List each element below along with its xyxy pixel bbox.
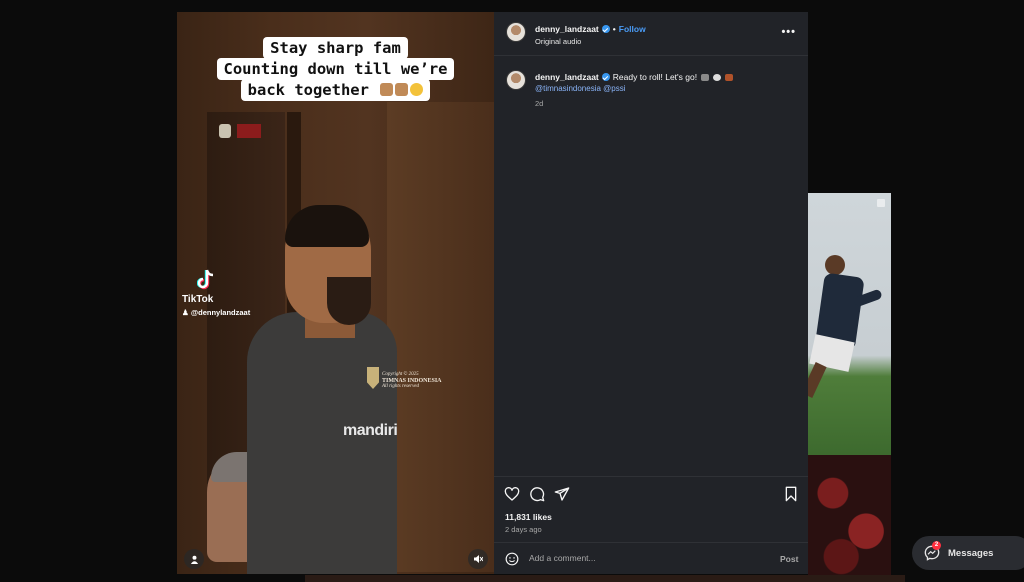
background-feed-strip: [305, 575, 905, 582]
header-divider: [494, 55, 808, 56]
background-feed-photo-2[interactable]: [808, 455, 891, 582]
messages-button[interactable]: 2 Messages: [912, 536, 1024, 570]
wink-emoji-icon: [410, 83, 424, 96]
photo-figure: [825, 255, 845, 275]
soccer-ball-icon: [713, 73, 722, 81]
caption-mentions[interactable]: @timnasindonesia @pssi: [535, 84, 626, 93]
copyright-watermark: Copyright © 2025 TIMNAS INDONESIA All ri…: [382, 372, 442, 389]
comment-icon[interactable]: [529, 486, 545, 502]
author-username[interactable]: denny_landzaat: [535, 24, 599, 34]
post-comment-button[interactable]: Post: [780, 554, 798, 564]
person-shirt: [247, 312, 397, 574]
author-avatar[interactable]: [506, 22, 526, 42]
tiktok-brand: TikTok: [182, 294, 214, 305]
messages-badge: 2: [932, 541, 941, 550]
bookmark-icon[interactable]: [783, 486, 799, 502]
emoji-icon: [725, 73, 734, 81]
heart-icon[interactable]: [504, 486, 520, 502]
multi-post-icon: [877, 199, 885, 207]
caption-line-3: back together: [240, 79, 431, 101]
emoji-icon[interactable]: [505, 552, 519, 566]
messages-label: Messages: [948, 547, 994, 559]
messenger-icon: 2: [924, 541, 941, 561]
more-options-icon[interactable]: •••: [781, 26, 796, 38]
tiktok-icon: [197, 269, 214, 290]
verified-icon: [601, 25, 610, 33]
federation-logo: [219, 124, 231, 138]
muscle-emoji-icon: [380, 83, 394, 96]
caption: denny_landzaat Ready to roll! Let's go!: [535, 72, 734, 82]
emoji-icon: [701, 73, 710, 81]
caption-line-1: Stay sharp fam: [263, 37, 408, 59]
actions-divider: [494, 476, 808, 477]
post-details-panel: denny_landzaat • Follow Original audio •…: [494, 12, 808, 574]
caption-text: Ready to roll! Let's go!: [612, 72, 698, 82]
caption-line-2: Counting down till we’re: [216, 58, 455, 80]
shirt-sponsor-text: mandiri: [343, 422, 398, 439]
muscle-emoji-icon: [395, 83, 409, 96]
audio-link[interactable]: Original audio: [535, 37, 581, 46]
likes-count[interactable]: 11,831 likes: [505, 512, 552, 522]
caption-timestamp: 2d: [535, 99, 544, 108]
tagged-users-button[interactable]: [184, 549, 204, 569]
verified-icon: [601, 73, 610, 81]
comment-input[interactable]: [529, 550, 729, 566]
mute-icon: [474, 555, 483, 563]
comment-divider: [494, 542, 808, 543]
background-feed-photo[interactable]: [808, 193, 891, 455]
tiktok-handle: ♟ @dennylandzaat: [182, 308, 251, 317]
mute-button[interactable]: [468, 549, 488, 569]
follow-button[interactable]: Follow: [619, 24, 646, 34]
share-icon[interactable]: [554, 486, 570, 502]
post-video[interactable]: mandiri Copyright © 2025 TIMNAS INDONESI…: [177, 12, 494, 574]
post-timestamp: 2 days ago: [505, 525, 542, 534]
sponsor-logo: [237, 124, 261, 138]
caption-username[interactable]: denny_landzaat: [535, 72, 599, 82]
user-icon: [190, 555, 198, 564]
video-caption: Stay sharp fam Counting down till we’re …: [177, 37, 494, 101]
post-header: denny_landzaat • Follow: [535, 24, 646, 34]
caption-avatar[interactable]: [506, 70, 526, 90]
